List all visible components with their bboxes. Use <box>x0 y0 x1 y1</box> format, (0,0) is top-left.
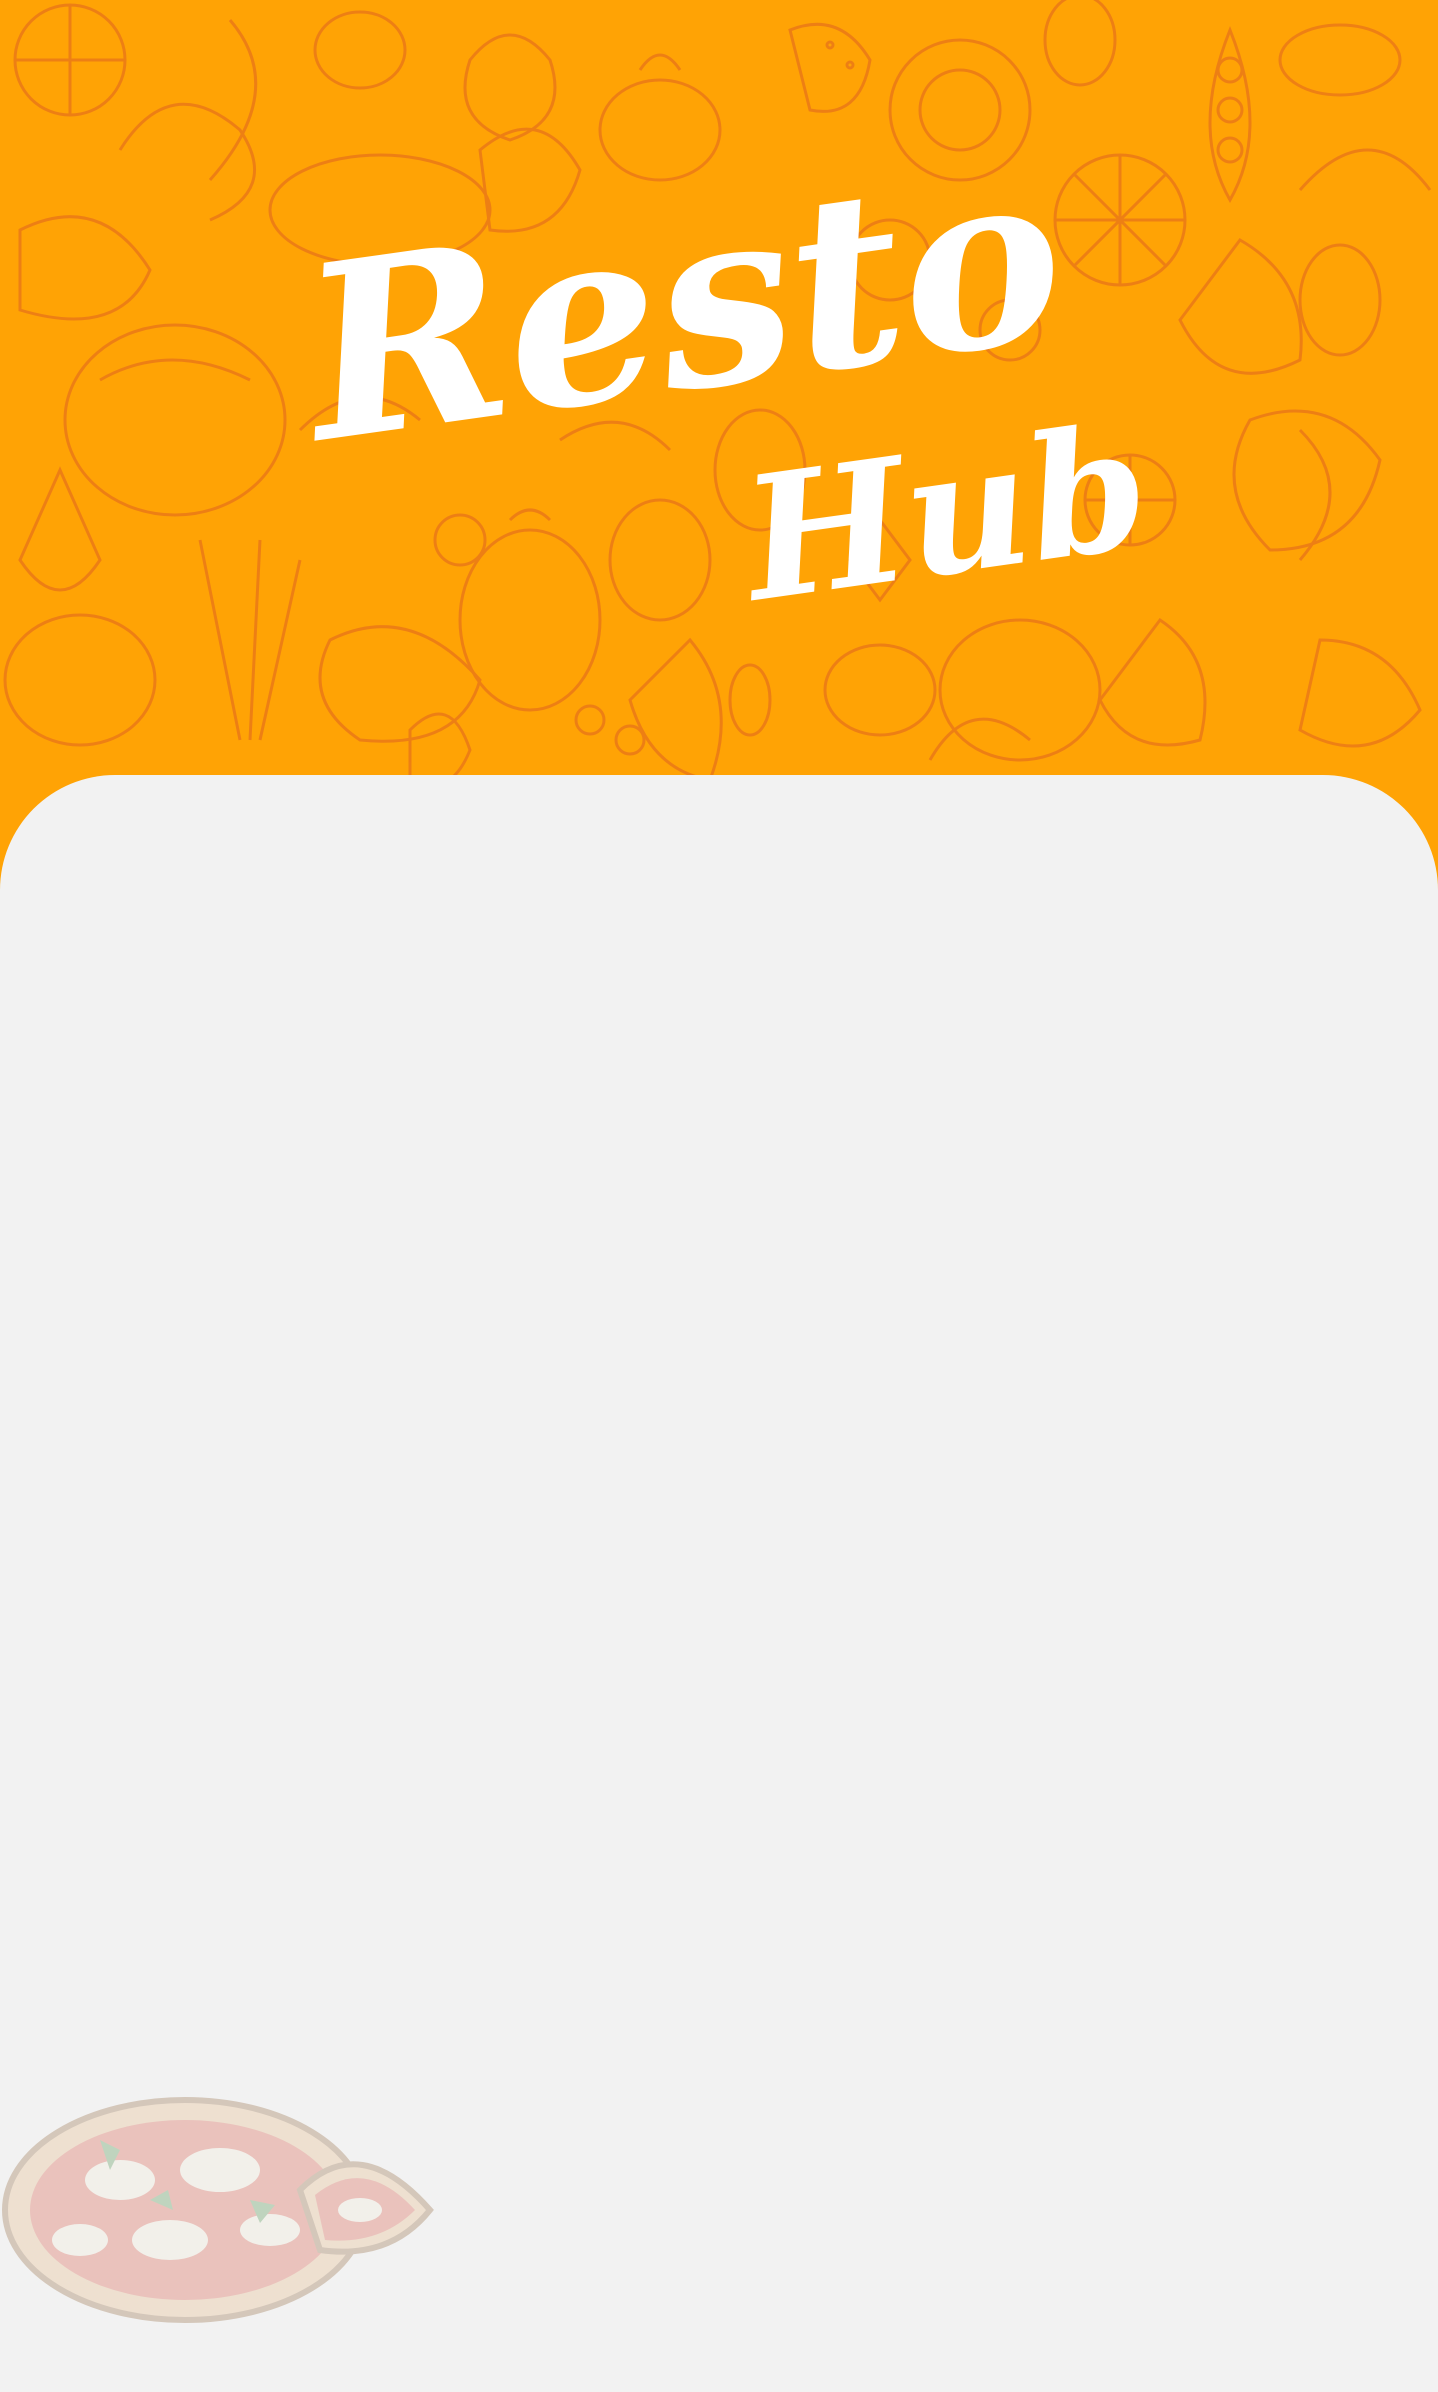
splash-screen: Resto Hub <box>0 0 1438 2392</box>
pizza-icon <box>2 2097 434 2323</box>
resto-hub-logo: Resto Hub <box>300 190 1150 640</box>
